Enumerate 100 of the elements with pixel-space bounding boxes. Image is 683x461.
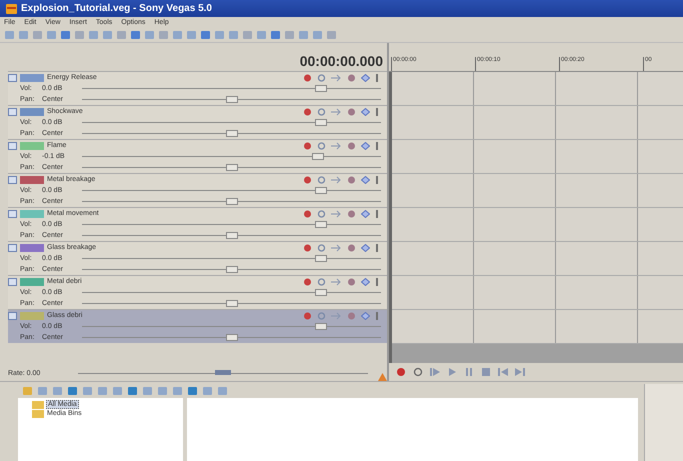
record-arm-icon[interactable] <box>303 142 312 150</box>
slider-thumb[interactable] <box>226 300 238 306</box>
toolbar-icon[interactable] <box>256 30 267 40</box>
next-icon[interactable] <box>514 367 526 377</box>
volume-slider[interactable] <box>82 322 381 330</box>
toolbar-icon[interactable] <box>32 30 43 40</box>
pan-slider[interactable] <box>82 130 381 138</box>
slider-thumb[interactable] <box>215 370 231 375</box>
menu-icon[interactable] <box>375 278 379 286</box>
toolbar-icon[interactable] <box>88 30 99 40</box>
slider-thumb[interactable] <box>226 198 238 204</box>
toolbar-icon[interactable] <box>242 30 253 40</box>
expand-icon[interactable] <box>8 244 17 252</box>
toolbar-icon[interactable] <box>112 386 123 396</box>
toolbar-icon[interactable] <box>158 30 169 40</box>
toolbar-icon[interactable] <box>214 30 225 40</box>
play-from-start-icon[interactable] <box>429 367 441 377</box>
slider-thumb[interactable] <box>312 152 324 160</box>
record-arm-icon[interactable] <box>303 244 312 252</box>
toolbar-icon[interactable] <box>116 30 127 40</box>
menu-icon[interactable] <box>375 74 379 82</box>
arrow-icon[interactable] <box>331 142 342 150</box>
arrow-icon[interactable] <box>331 210 342 218</box>
circle-icon[interactable] <box>317 142 326 150</box>
menu-icon[interactable] <box>375 244 379 252</box>
circle-icon[interactable] <box>317 244 326 252</box>
loop-icon[interactable] <box>412 367 424 377</box>
volume-slider[interactable] <box>82 254 381 262</box>
volume-slider[interactable] <box>82 84 381 92</box>
toolbar-icon[interactable] <box>102 30 113 40</box>
circle-icon[interactable] <box>317 278 326 286</box>
arrow-icon[interactable] <box>331 176 342 184</box>
toolbar-icon[interactable] <box>127 386 138 396</box>
toolbar-icon[interactable] <box>82 386 93 396</box>
previous-icon[interactable] <box>497 367 509 377</box>
slider-thumb[interactable] <box>315 84 328 92</box>
play-icon[interactable] <box>446 367 458 377</box>
slider-thumb[interactable] <box>226 232 238 238</box>
menu-icon[interactable] <box>375 210 379 218</box>
toolbar-icon[interactable] <box>217 386 228 396</box>
slider-thumb[interactable] <box>226 130 238 136</box>
expand-icon[interactable] <box>8 278 17 286</box>
toolbar-icon[interactable] <box>22 386 33 396</box>
toolbar-icon[interactable] <box>130 30 141 40</box>
toolbar-icon[interactable] <box>186 30 197 40</box>
slider-thumb[interactable] <box>226 334 238 340</box>
expand-icon[interactable] <box>8 142 17 150</box>
pan-slider[interactable] <box>82 164 381 172</box>
circle-icon[interactable] <box>317 312 326 320</box>
volume-slider[interactable] <box>82 152 381 160</box>
slider-thumb[interactable] <box>315 118 328 126</box>
toolbar-icon[interactable] <box>284 30 295 40</box>
pause-icon[interactable] <box>463 367 475 377</box>
toolbar-icon[interactable] <box>144 30 155 40</box>
menu-icon[interactable] <box>375 312 379 320</box>
circle-icon[interactable] <box>317 108 326 116</box>
toolbar-icon[interactable] <box>46 30 57 40</box>
toolbar-icon[interactable] <box>200 30 211 40</box>
rate-slider[interactable] <box>78 370 368 376</box>
arrow-icon[interactable] <box>331 108 342 116</box>
expand-icon[interactable] <box>8 108 17 116</box>
pan-slider[interactable] <box>82 198 381 206</box>
pan-slider[interactable] <box>82 300 381 308</box>
volume-slider[interactable] <box>82 118 381 126</box>
pan-slider[interactable] <box>82 232 381 240</box>
toolbar-icon[interactable] <box>60 30 71 40</box>
arrow-icon[interactable] <box>331 74 342 82</box>
toolbar-icon[interactable] <box>270 30 281 40</box>
toolbar-icon[interactable] <box>298 30 309 40</box>
circle-icon[interactable] <box>317 74 326 82</box>
slider-thumb[interactable] <box>226 266 238 272</box>
record-arm-icon[interactable] <box>303 176 312 184</box>
toolbar-icon[interactable] <box>202 386 213 396</box>
slider-thumb[interactable] <box>315 220 328 228</box>
pan-slider[interactable] <box>82 334 381 342</box>
volume-slider[interactable] <box>82 288 381 296</box>
toolbar-icon[interactable] <box>312 30 323 40</box>
pan-slider[interactable] <box>82 266 381 274</box>
record-arm-icon[interactable] <box>303 312 312 320</box>
toolbar-icon[interactable] <box>67 386 78 396</box>
toolbar-icon[interactable] <box>187 386 198 396</box>
slider-thumb[interactable] <box>315 186 328 194</box>
slider-thumb[interactable] <box>226 164 238 170</box>
slider-thumb[interactable] <box>315 322 328 330</box>
volume-slider[interactable] <box>82 220 381 228</box>
timeline-area[interactable] <box>389 72 683 363</box>
toolbar-icon[interactable] <box>228 30 239 40</box>
toolbar-icon[interactable] <box>37 386 48 396</box>
slider-thumb[interactable] <box>226 96 238 102</box>
stop-icon[interactable] <box>480 367 492 377</box>
expand-icon[interactable] <box>8 176 17 184</box>
menu-icon[interactable] <box>375 108 379 116</box>
toolbar-icon[interactable] <box>172 386 183 396</box>
expand-icon[interactable] <box>8 74 17 82</box>
toolbar-icon[interactable] <box>4 30 15 40</box>
slider-thumb[interactable] <box>315 288 328 296</box>
toolbar-icon[interactable] <box>172 30 183 40</box>
pan-slider[interactable] <box>82 96 381 104</box>
toolbar-icon[interactable] <box>52 386 63 396</box>
record-arm-icon[interactable] <box>303 278 312 286</box>
